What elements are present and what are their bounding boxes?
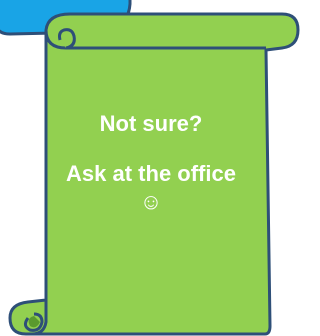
scroll-message: Not sure? Ask at the office ☺ (60, 110, 242, 216)
message-line-2: Ask at the office ☺ (66, 161, 236, 214)
message-line-1: Not sure? (99, 111, 203, 136)
scroll-banner: Not sure? Ask at the office ☺ (0, 0, 302, 336)
